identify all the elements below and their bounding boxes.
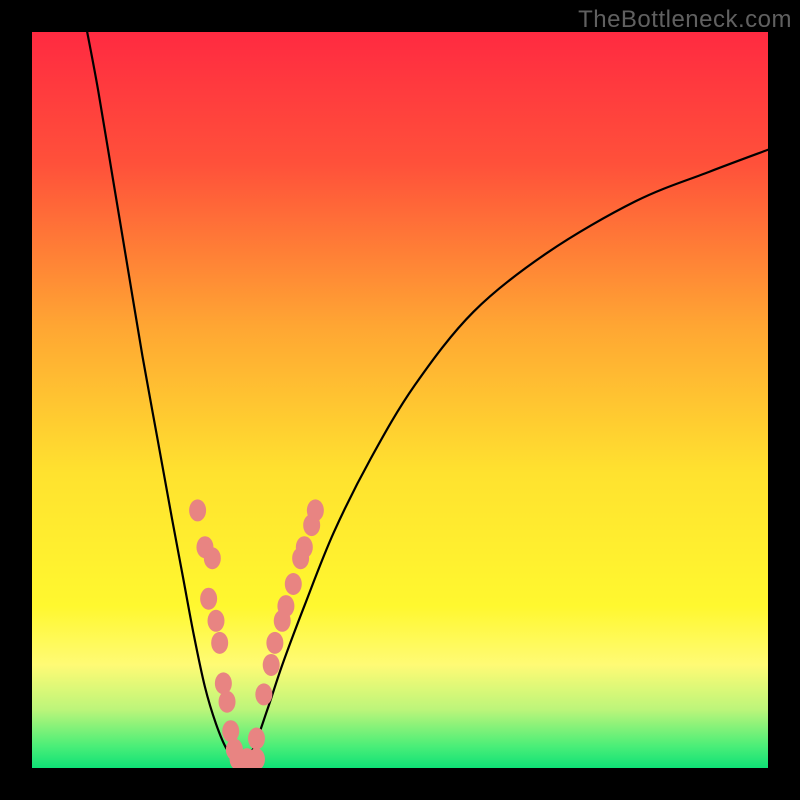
plot-area [32, 32, 768, 768]
marker-dot [189, 499, 206, 521]
marker-dot [222, 720, 239, 742]
marker-dot [263, 654, 280, 676]
marker-dot [285, 573, 302, 595]
chart-svg [32, 32, 768, 768]
marker-dot [204, 547, 221, 569]
marker-dot [219, 691, 236, 713]
chart-container: TheBottleneck.com [0, 0, 800, 800]
gradient-background [32, 32, 768, 768]
marker-dot [296, 536, 313, 558]
marker-dot [255, 683, 272, 705]
marker-dot [215, 672, 232, 694]
marker-dot [307, 499, 324, 521]
marker-dot [248, 728, 265, 750]
marker-dot [200, 588, 217, 610]
marker-dot [266, 632, 283, 654]
marker-dot [277, 595, 294, 617]
marker-dot [208, 610, 225, 632]
watermark-text: TheBottleneck.com [578, 6, 792, 34]
marker-dot [211, 632, 228, 654]
